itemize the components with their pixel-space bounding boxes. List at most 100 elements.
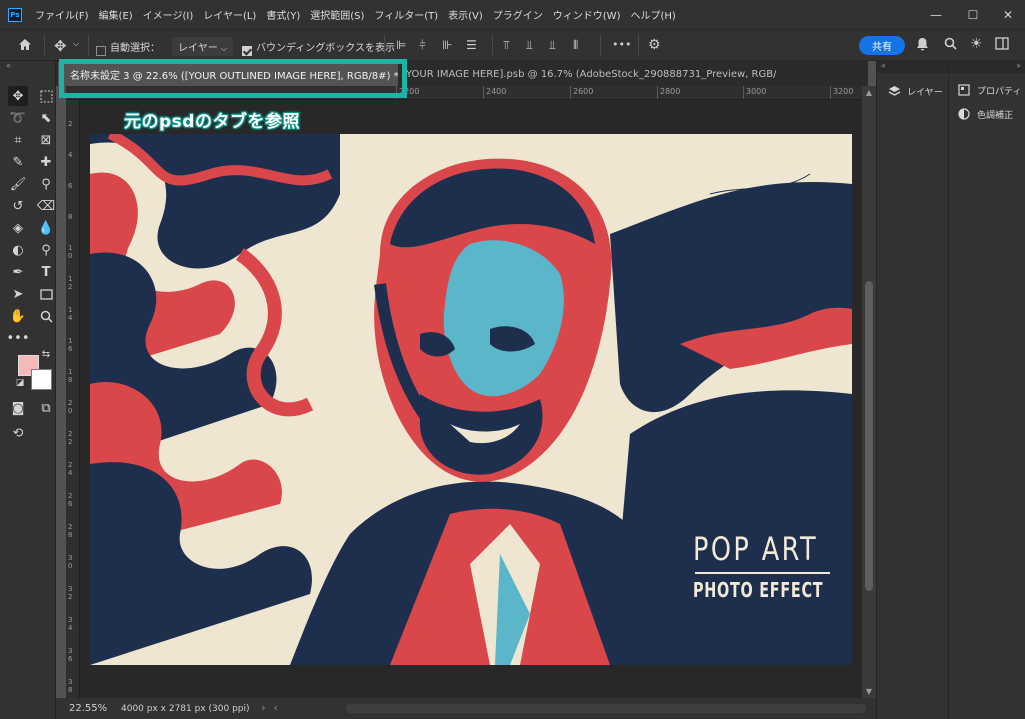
menu-type[interactable]: 書式(Y) — [266, 7, 300, 22]
document-size-info[interactable]: 4000 px x 2781 px (300 ppi) — [121, 704, 250, 714]
eyedropper-tool-icon[interactable]: ✎ — [8, 152, 28, 172]
vertical-scrollbar[interactable]: ▲ ▼ — [862, 86, 876, 698]
adjustments-label: 色調補正 — [977, 110, 1014, 121]
layers-icon — [887, 84, 901, 98]
ruler-label: 2 4 — [68, 461, 73, 477]
collapse-arrows-icon[interactable]: « — [6, 61, 11, 70]
minimize-button[interactable]: — — [918, 0, 954, 30]
healing-brush-tool-icon[interactable]: ✚ — [36, 152, 56, 172]
marquee-tool-icon[interactable] — [36, 86, 56, 106]
menu-plugins[interactable]: プラグイン — [493, 7, 543, 22]
hand-tool-icon[interactable]: ✋ — [8, 306, 28, 326]
menu-image[interactable]: イメージ(I) — [143, 7, 194, 22]
crop-tool-icon[interactable]: ⌗ — [8, 130, 28, 150]
align-left-icon[interactable]: ⊫ — [396, 38, 406, 52]
align-center-icon[interactable]: ⫩ — [419, 38, 426, 53]
adjustments-icon — [957, 107, 971, 121]
menu-layer[interactable]: レイヤー(L) — [203, 7, 256, 22]
align-bottom-icon[interactable]: ⫫ — [549, 38, 556, 53]
menu-window[interactable]: ウィンドウ(W) — [553, 7, 621, 22]
align-top-icon[interactable]: ⫪ — [503, 38, 510, 53]
screen-mode-icon[interactable]: ⧉ — [36, 398, 56, 418]
separator — [638, 35, 639, 55]
background-color-swatch[interactable] — [31, 369, 52, 390]
clone-stamp-tool-icon[interactable]: ⚲ — [36, 174, 56, 194]
default-colors-icon[interactable]: ◪ — [14, 377, 26, 389]
document-canvas[interactable]: POP ART PHOTO EFFECT — [90, 134, 852, 665]
menu-help[interactable]: ヘルプ(H) — [630, 7, 675, 22]
scroll-down-icon[interactable]: ▼ — [862, 687, 876, 696]
tab-original-psd[interactable]: YOUR IMAGE HERE].psb @ 16.7% (AdobeStock… — [406, 62, 776, 86]
auto-select-target-dropdown[interactable]: レイヤー ⌵ — [172, 37, 233, 56]
lasso-tool-icon[interactable]: ➰ — [8, 108, 28, 128]
artwork-subtitle: PHOTO EFFECT — [693, 578, 824, 602]
chevron-down-icon[interactable]: ⌵ — [73, 39, 79, 49]
gear-icon[interactable]: ⚙ — [648, 37, 661, 53]
panel-dock-properties: » プロパティ 色調補正 — [948, 61, 1025, 719]
workspace-icon[interactable] — [995, 37, 1009, 50]
home-icon[interactable] — [18, 38, 32, 51]
menu-select[interactable]: 選択範囲(S) — [310, 7, 364, 22]
swap-colors-icon[interactable]: ⇆ — [40, 348, 52, 360]
rectangle-tool-icon[interactable] — [36, 284, 56, 304]
align-right-icon[interactable]: ⊪ — [442, 38, 452, 52]
more-options-button[interactable]: ••• — [612, 38, 631, 51]
paint-bucket-tool-icon[interactable]: ◈ — [8, 218, 28, 238]
bounding-box-label: バウンディングボックスを表示 — [256, 43, 395, 54]
ruler-label: 1 8 — [68, 368, 73, 384]
zoom-dodge-tool-icon[interactable]: ⚲ — [36, 240, 56, 260]
move-tool-icon[interactable]: ✥ — [54, 37, 67, 55]
frame-tool-icon[interactable]: ⊠ — [36, 130, 56, 150]
lightbulb-icon[interactable]: ☀ — [970, 36, 983, 52]
menu-edit[interactable]: 編集(E) — [99, 7, 133, 22]
more-tools-icon[interactable]: ••• — [7, 328, 30, 348]
pen-tool-icon[interactable]: ✒ — [8, 262, 28, 282]
dodge-tool-icon[interactable]: ◐ — [8, 240, 28, 260]
zoom-level-field[interactable]: 22.55% — [69, 703, 117, 714]
menu-view[interactable]: 表示(V) — [448, 7, 483, 22]
align-middle-icon[interactable]: ⫫ — [526, 38, 533, 53]
auto-select-checkbox[interactable] — [96, 40, 110, 59]
horizontal-scrollbar[interactable] — [346, 704, 866, 713]
layers-panel-button[interactable]: レイヤー — [887, 84, 943, 98]
brush-tool-icon[interactable]: 🖌 — [8, 174, 28, 194]
scroll-up-icon[interactable]: ▲ — [862, 88, 876, 97]
ruler-label: 2 — [68, 120, 73, 128]
distribute-icon[interactable]: ☰ — [466, 38, 477, 52]
artwork-title: POP ART — [693, 530, 819, 568]
chevron-right-icon[interactable]: › — [262, 703, 266, 714]
move-tool-icon[interactable]: ✥ — [8, 86, 28, 106]
properties-panel-button[interactable]: プロパティ — [957, 83, 1021, 97]
menu-file[interactable]: ファイル(F) — [35, 7, 89, 22]
maximize-button[interactable]: ☐ — [955, 0, 991, 30]
edit-toolbar-icon[interactable]: ⟲ — [8, 423, 28, 443]
type-tool-icon[interactable]: T — [36, 262, 56, 282]
blur-tool-icon[interactable]: 💧 — [36, 218, 56, 238]
ruler-vertical: 2 4 6 8 1 0 1 2 1 4 1 6 1 8 2 0 2 2 2 4 … — [66, 100, 80, 698]
path-selection-tool-icon[interactable]: ➤ — [8, 284, 28, 304]
scrollbar-thumb[interactable] — [865, 281, 873, 591]
distribute-vertical-icon[interactable]: ⦀ — [573, 38, 578, 53]
quick-mask-icon[interactable]: ◙ — [8, 398, 28, 418]
adjustments-panel-button[interactable]: 色調補正 — [957, 107, 1013, 121]
ruler-tick — [657, 86, 658, 99]
collapse-arrows-icon[interactable]: « — [881, 61, 886, 70]
object-select-tool-icon[interactable]: ⬉ — [36, 108, 56, 128]
expand-arrows-icon[interactable]: » — [1016, 61, 1021, 70]
ruler-label: 1 2 — [68, 275, 73, 291]
menu-filter[interactable]: フィルター(T) — [374, 7, 438, 22]
bell-icon[interactable] — [916, 37, 929, 51]
panel-dock-layers: « レイヤー — [876, 61, 948, 719]
ruler-label: 1 4 — [68, 306, 73, 322]
close-window-button[interactable]: ✕ — [990, 0, 1025, 30]
layers-label: レイヤー — [907, 87, 943, 98]
search-icon[interactable] — [944, 37, 957, 50]
zoom-tool-icon[interactable] — [36, 306, 56, 326]
share-button[interactable]: 共有 — [859, 36, 905, 55]
history-brush-tool-icon[interactable]: ↺ — [8, 196, 28, 216]
eraser-tool-icon[interactable]: ⌫ — [36, 196, 56, 216]
photoshop-logo-icon: Ps — [8, 7, 22, 22]
chevron-left-icon[interactable]: ‹ — [274, 703, 278, 714]
artwork-divider — [695, 572, 830, 574]
bounding-box-checkbox[interactable] — [242, 40, 256, 59]
